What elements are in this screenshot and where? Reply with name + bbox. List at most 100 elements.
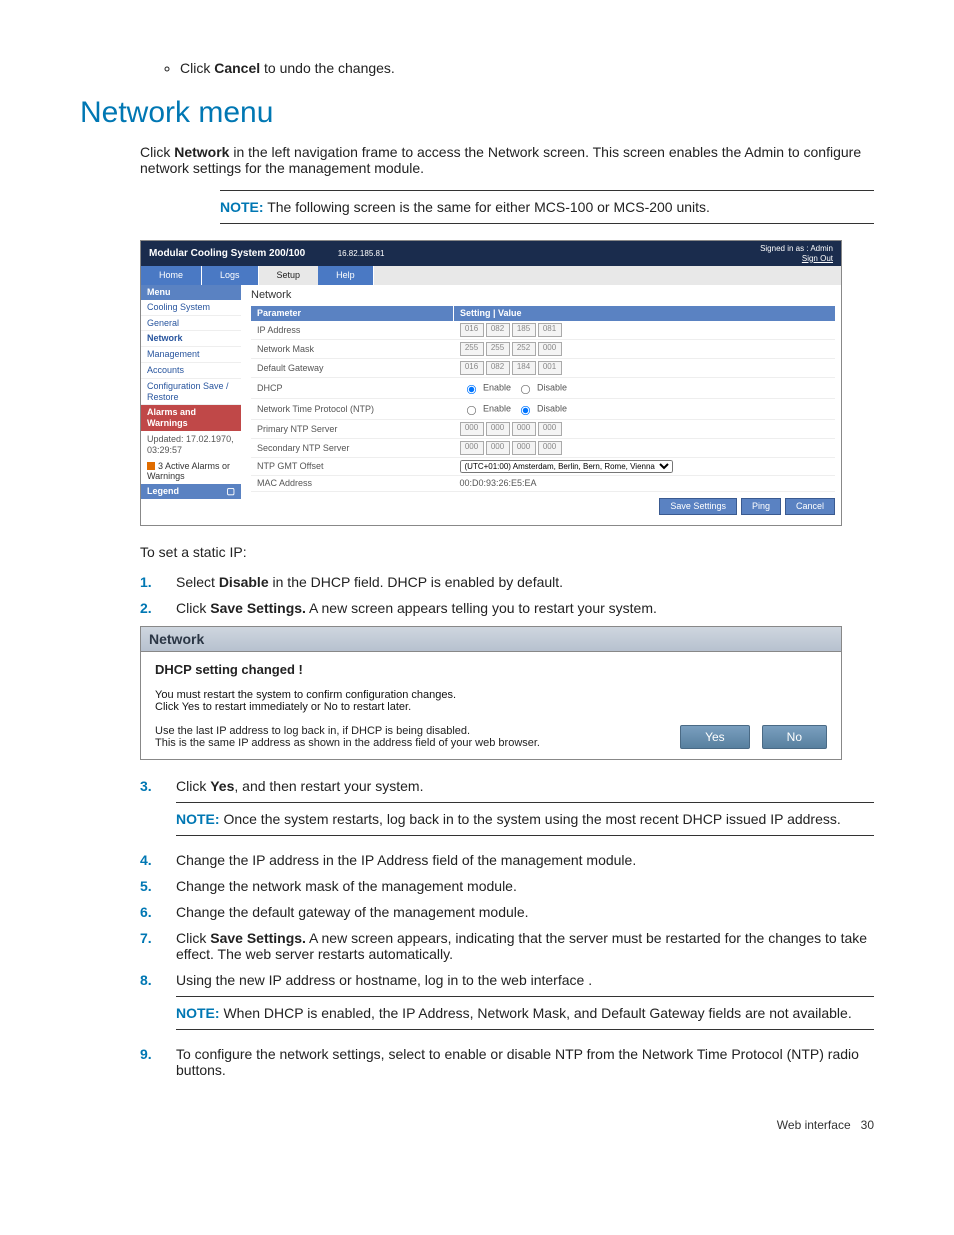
ip-octet[interactable]: 000	[538, 342, 562, 356]
sidebar-item-network[interactable]: Network	[141, 331, 241, 347]
alarms-header[interactable]: Alarms and Warnings	[141, 405, 241, 431]
intro-paragraph: Click Network in the left navigation fra…	[140, 144, 874, 176]
param-label: NTP GMT Offset	[251, 457, 454, 475]
ip-octet[interactable]: 000	[486, 422, 510, 436]
page-footer: Web interface 30	[80, 1118, 874, 1132]
table-row: DHCP Enable Disable	[251, 377, 835, 398]
sidebar-item-cooling-system[interactable]: Cooling System	[141, 300, 241, 316]
network-screen-shot: Modular Cooling System 200/100 16.82.185…	[140, 240, 842, 526]
tab-setup[interactable]: Setup	[259, 266, 319, 285]
param-label: Network Mask	[251, 339, 454, 358]
system-title: Modular Cooling System 200/100	[149, 248, 305, 259]
radio-disable[interactable]	[520, 406, 529, 415]
dialog-msg1: You must restart the system to confirm c…	[155, 689, 827, 713]
param-label: DHCP	[251, 377, 454, 398]
save-settings-button[interactable]: Save Settings	[659, 498, 737, 515]
param-value: (UTC+01:00) Amsterdam, Berlin, Bern, Rom…	[454, 457, 836, 475]
param-label: Network Time Protocol (NTP)	[251, 398, 454, 419]
param-label: IP Address	[251, 321, 454, 340]
ip-octet[interactable]: 000	[512, 422, 536, 436]
dialog-subtitle: DHCP setting changed !	[155, 662, 827, 677]
steps-list-top: Select Disable in the DHCP field. DHCP i…	[140, 574, 874, 616]
step-2: Click Save Settings. A new screen appear…	[140, 600, 874, 616]
ip-octet[interactable]: 016	[460, 361, 484, 375]
table-row: Primary NTP Server000000000000	[251, 419, 835, 438]
ip-octet[interactable]: 001	[538, 361, 562, 375]
ip-octet[interactable]: 000	[538, 422, 562, 436]
tab-logs[interactable]: Logs	[202, 266, 259, 285]
dialog-title: Network	[141, 627, 841, 652]
table-row: Secondary NTP Server000000000000	[251, 438, 835, 457]
yes-button[interactable]: Yes	[680, 725, 750, 749]
ip-octet[interactable]: 184	[512, 361, 536, 375]
ip-octet[interactable]: 255	[460, 342, 484, 356]
sidebar-item-configuration-save-restore[interactable]: Configuration Save / Restore	[141, 379, 241, 406]
ip-octet[interactable]: 252	[512, 342, 536, 356]
ip-octet[interactable]: 000	[460, 422, 484, 436]
table-row: NTP GMT Offset (UTC+01:00) Amsterdam, Ber…	[251, 457, 835, 475]
legend-header[interactable]: Legend▢	[141, 484, 241, 499]
menubar: Home Logs Setup Help	[141, 266, 841, 285]
step-5: Change the network mask of the managemen…	[140, 878, 874, 894]
tab-home[interactable]: Home	[141, 266, 202, 285]
ip-label: 16.82.185.81	[338, 249, 385, 258]
tab-help[interactable]: Help	[318, 266, 374, 285]
sidebar-item-general[interactable]: General	[141, 316, 241, 332]
table-row: MAC Address00:D0:93:26:E5:EA	[251, 475, 835, 491]
step-9: To configure the network settings, selec…	[140, 1046, 874, 1078]
cancel-button[interactable]: Cancel	[785, 498, 835, 515]
table-row: Default Gateway016082184001	[251, 358, 835, 377]
updated-label: Updated: 17.02.1970, 03:29:57	[141, 431, 241, 459]
param-value: 255255252000	[454, 339, 836, 358]
table-row: Network Time Protocol (NTP) Enable Disab…	[251, 398, 835, 419]
ip-octet[interactable]: 000	[486, 441, 510, 455]
radio-disable[interactable]	[520, 385, 529, 394]
param-label: Primary NTP Server	[251, 419, 454, 438]
step-4: Change the IP address in the IP Address …	[140, 852, 874, 868]
param-label: MAC Address	[251, 475, 454, 491]
gmt-offset-select[interactable]: (UTC+01:00) Amsterdam, Berlin, Bern, Rom…	[460, 460, 673, 473]
param-value: 016082184001	[454, 358, 836, 377]
param-label: Default Gateway	[251, 358, 454, 377]
signed-in-label: Signed in as : Admin	[760, 244, 833, 254]
alarms-count[interactable]: 3 Active Alarms or Warnings	[141, 459, 241, 485]
ip-octet[interactable]: 016	[460, 323, 484, 337]
ip-octet[interactable]: 081	[538, 323, 562, 337]
param-value: 000000000000	[454, 419, 836, 438]
ip-octet[interactable]: 082	[486, 323, 510, 337]
param-label: Secondary NTP Server	[251, 438, 454, 457]
col-parameter: Parameter	[251, 306, 454, 321]
sidebar-menu-header: Menu	[141, 285, 241, 300]
ip-octet[interactable]: 082	[486, 361, 510, 375]
ip-octet[interactable]: 255	[486, 342, 510, 356]
radio-enable[interactable]	[466, 385, 475, 394]
panel-title: Network	[251, 289, 835, 302]
table-row: Network Mask255255252000	[251, 339, 835, 358]
table-row: IP Address016082185081	[251, 321, 835, 340]
steps-list-bottom: Click Yes, and then restart your system.…	[140, 778, 874, 1078]
ip-octet[interactable]: 000	[460, 441, 484, 455]
cancel-bullet: Click Cancel to undo the changes.	[180, 60, 874, 76]
sidebar-item-management[interactable]: Management	[141, 347, 241, 363]
step-3: Click Yes, and then restart your system.…	[140, 778, 874, 836]
param-value: Enable Disable	[454, 398, 836, 419]
param-value: 016082185081	[454, 321, 836, 340]
col-setting-value: Setting | Value	[454, 306, 836, 321]
step-1: Select Disable in the DHCP field. DHCP i…	[140, 574, 874, 590]
note-1: NOTE: The following screen is the same f…	[220, 190, 874, 224]
ping-button[interactable]: Ping	[741, 498, 781, 515]
ip-octet[interactable]: 000	[512, 441, 536, 455]
radio-enable[interactable]	[466, 406, 475, 415]
warning-icon	[147, 462, 155, 470]
ip-octet[interactable]: 000	[538, 441, 562, 455]
sidebar-item-accounts[interactable]: Accounts	[141, 363, 241, 379]
param-value: 00:D0:93:26:E5:EA	[454, 475, 836, 491]
dialog-msg2: Use the last IP address to log back in, …	[155, 725, 668, 749]
ip-octet[interactable]: 185	[512, 323, 536, 337]
static-ip-intro: To set a static IP:	[140, 544, 874, 560]
step-8: Using the new IP address or hostname, lo…	[140, 972, 874, 1030]
param-value: Enable Disable	[454, 377, 836, 398]
dhcp-changed-dialog: Network DHCP setting changed ! You must …	[140, 626, 842, 760]
no-button[interactable]: No	[762, 725, 827, 749]
sign-out-link[interactable]: Sign Out	[760, 254, 833, 264]
